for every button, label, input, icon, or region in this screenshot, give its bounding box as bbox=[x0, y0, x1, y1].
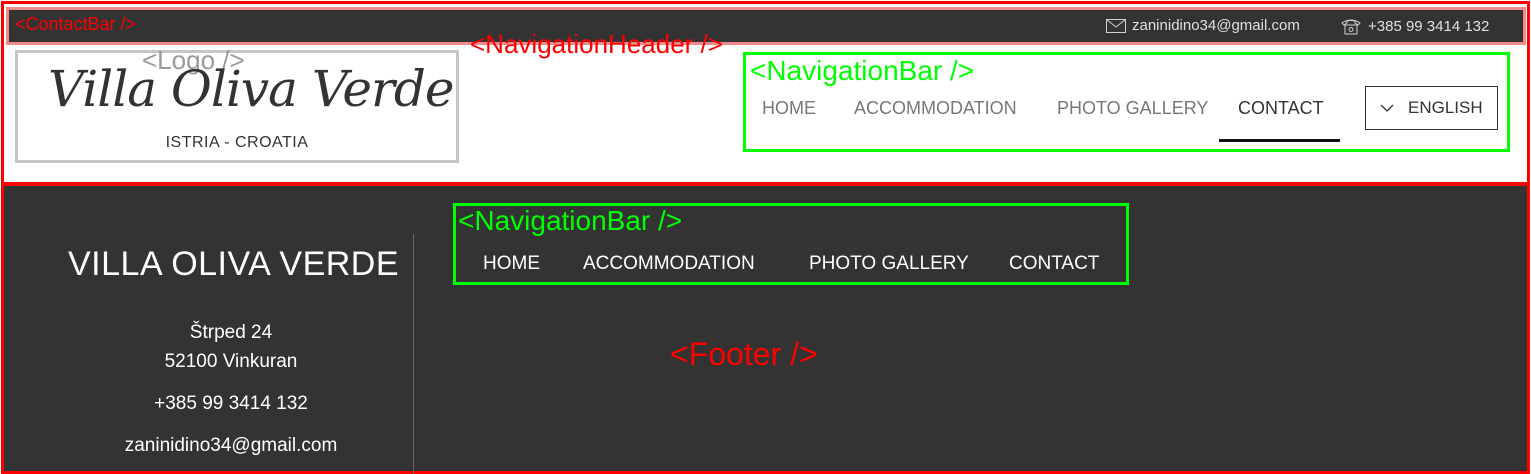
footer-annotation-label: <Footer /> bbox=[670, 336, 818, 372]
nav-item-accommodation[interactable]: ACCOMMODATION bbox=[854, 98, 1017, 119]
logo-subtitle: ISTRIA - CROATIA bbox=[165, 134, 309, 151]
footer-address-line1: Štrped 24 bbox=[189, 322, 273, 343]
footer-divider bbox=[413, 234, 414, 474]
footer-title: VILLA OLIVA VERDE bbox=[68, 245, 400, 283]
footer-nav-item-home[interactable]: HOME bbox=[483, 253, 540, 275]
header-navigation-bar-annotation-label: <NavigationBar /> bbox=[750, 55, 975, 86]
footer-phone[interactable]: +385 99 3414 132 bbox=[31, 393, 431, 415]
chevron-down-icon bbox=[1380, 104, 1394, 112]
footer-email[interactable]: zaninidino34@gmail.com bbox=[31, 435, 431, 457]
footer-navigation-bar-annotation-label: <NavigationBar /> bbox=[458, 205, 683, 236]
footer-address-line2: 52100 Vinkuran bbox=[164, 351, 298, 372]
nav-item-home[interactable]: HOME bbox=[762, 98, 816, 119]
footer-nav-item-photo-gallery[interactable]: PHOTO GALLERY bbox=[809, 253, 969, 275]
footer-nav-item-accommodation[interactable]: ACCOMMODATION bbox=[583, 253, 755, 275]
footer-nav-item-contact[interactable]: CONTACT bbox=[1009, 253, 1099, 275]
active-nav-underline bbox=[1219, 139, 1340, 142]
language-selector-label: ENGLISH bbox=[1408, 98, 1483, 117]
navigation-header-annotation-label: <NavigationHeader /> bbox=[470, 29, 723, 59]
language-selector[interactable]: ENGLISH bbox=[1365, 86, 1498, 130]
nav-item-photo-gallery[interactable]: PHOTO GALLERY bbox=[1057, 98, 1208, 119]
logo-script-text: Villa Oliva Verde bbox=[48, 60, 454, 118]
nav-item-contact[interactable]: CONTACT bbox=[1238, 98, 1324, 119]
